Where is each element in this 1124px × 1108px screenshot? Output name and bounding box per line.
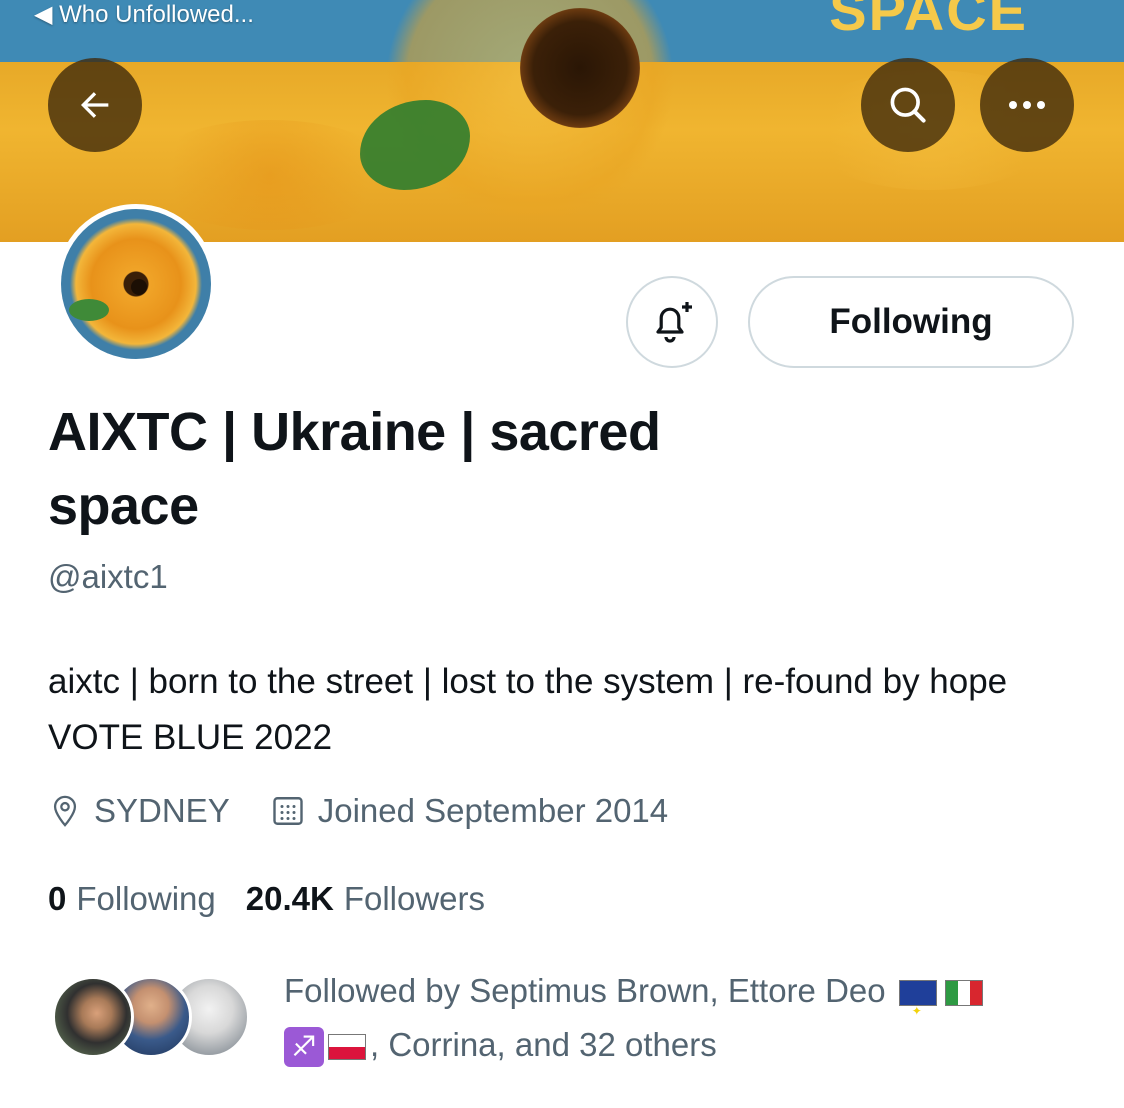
search-button[interactable] — [861, 58, 955, 152]
following-label: Following — [76, 880, 216, 917]
user-handle: @aixtc1 — [48, 558, 168, 595]
following-count-link[interactable]: 0 Following — [48, 880, 216, 918]
banner-text: SPACE — [829, 0, 1028, 42]
followers-count-link[interactable]: 20.4K Followers — [246, 880, 485, 918]
following-count: 0 — [48, 880, 67, 917]
mutual-avatar[interactable] — [52, 976, 134, 1058]
notifications-button[interactable] — [626, 276, 718, 368]
followed-by-prefix: Followed by Septimus Brown, Ettore Deo — [284, 972, 886, 1009]
calendar-icon — [273, 797, 303, 825]
avatar-image — [61, 209, 211, 359]
joined-text: Joined September 2014 — [317, 792, 669, 829]
back-arrow-icon — [81, 92, 109, 118]
profile-avatar[interactable] — [56, 204, 216, 364]
followed-by-text[interactable]: Followed by Septimus Brown, Ettore Deo ♐… — [284, 964, 1084, 1072]
italy-flag-icon — [944, 980, 983, 1007]
followers-label: Followers — [343, 880, 486, 917]
sagittarius-icon: ♐ — [284, 1027, 324, 1068]
join-date: Joined September 2014 — [270, 792, 668, 830]
following-button[interactable]: Following — [748, 276, 1074, 368]
display-name: AIXTC | Ukraine | sacred space — [48, 402, 661, 536]
location-text: SYDNEY — [94, 792, 230, 829]
profile-bio: aixtc | born to the street | lost to the… — [48, 662, 1008, 757]
search-icon — [890, 87, 926, 123]
more-icon — [1009, 101, 1045, 109]
followed-by-suffix: , Corrina, and 32 others — [370, 1026, 717, 1063]
location-icon — [53, 795, 77, 827]
location: SYDNEY — [48, 792, 230, 830]
status-back-link[interactable]: ◀ Who Unfollowed... — [34, 0, 254, 30]
profile-banner[interactable]: SPACE ◀ Who Unfollowed... — [0, 0, 1124, 242]
poland-flag-icon — [328, 1034, 366, 1061]
bell-plus-icon — [656, 302, 692, 343]
eu-flag-icon — [898, 980, 937, 1038]
profile-meta: SYDNEY Joined September 2014 — [48, 792, 708, 830]
more-button[interactable] — [980, 58, 1074, 152]
followers-count: 20.4K — [245, 880, 334, 917]
follow-counts: 0 Following 20.4K Followers — [48, 880, 515, 918]
back-button[interactable] — [48, 58, 142, 152]
